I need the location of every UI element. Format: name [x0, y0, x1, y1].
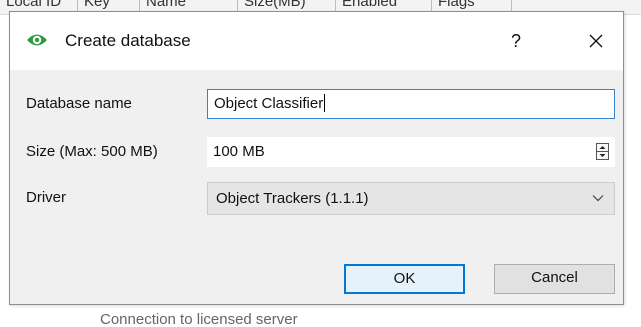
dialog-title: Create database — [65, 31, 191, 50]
cancel-button[interactable]: Cancel — [494, 264, 615, 294]
eye-icon — [26, 32, 48, 48]
size-value: 100 MB — [213, 143, 265, 160]
database-name-label: Database name — [26, 95, 132, 112]
background-footer-text: Connection to licensed server — [100, 313, 298, 327]
chevron-down-icon — [592, 195, 604, 202]
spin-up-arrow[interactable] — [597, 144, 608, 151]
help-button[interactable]: ? — [493, 26, 539, 56]
text-caret — [324, 94, 326, 113]
database-name-value: Object Classifier — [214, 95, 324, 112]
ok-button[interactable]: OK — [344, 264, 465, 294]
question-icon: ? — [510, 31, 521, 51]
close-button[interactable] — [573, 26, 619, 56]
spin-down-arrow[interactable] — [597, 152, 608, 159]
database-name-input[interactable]: Object Classifier — [207, 89, 615, 119]
driver-value: Object Trackers (1.1.1) — [216, 190, 369, 207]
size-spinbox[interactable]: 100 MB — [207, 137, 615, 167]
spin-arrows-icon[interactable] — [596, 143, 609, 160]
driver-select[interactable]: Object Trackers (1.1.1) — [207, 182, 615, 215]
size-label: Size (Max: 500 MB) — [26, 143, 158, 160]
driver-label: Driver — [26, 189, 66, 206]
close-icon — [589, 34, 603, 48]
create-database-dialog: Create database ? Database name Object C… — [9, 11, 624, 305]
dialog-titlebar[interactable]: Create database ? — [10, 12, 623, 70]
